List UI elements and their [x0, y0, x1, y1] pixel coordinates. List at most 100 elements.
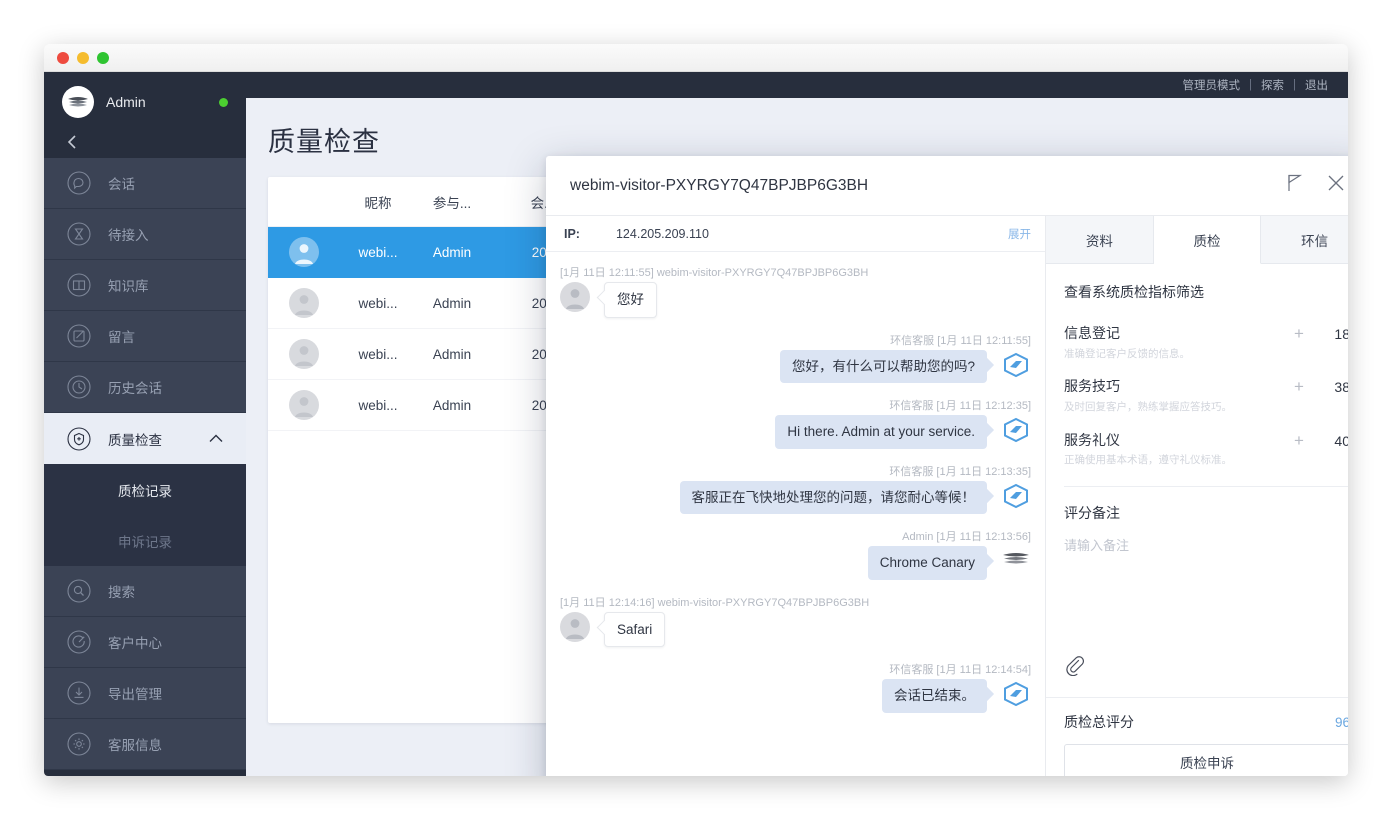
message-bubble: Chrome Canary — [867, 546, 987, 580]
session-detail-modal: webim-visitor-PXYRGY7Q47BPJBP6G3BH IP: 1… — [546, 156, 1348, 776]
message-group: 环信客服 [1月 11日 12:13:35] 客服正在飞快地处理您的问题，请您耐… — [560, 463, 1031, 515]
avatar — [62, 86, 94, 118]
row-nickname: webi... — [358, 397, 398, 413]
target-icon — [66, 629, 92, 655]
window-titlebar — [44, 44, 1348, 72]
download-icon — [66, 680, 92, 706]
qc-metric-score: 40 — [1334, 432, 1348, 449]
message-meta: [1月 11日 12:11:55] webim-visitor-PXYRGY7Q… — [560, 267, 869, 279]
visitor-avatar-icon — [560, 611, 590, 642]
sidebar-username: Admin — [106, 94, 146, 110]
user-avatar-icon — [289, 288, 319, 318]
qc-note-label: 评分备注 — [1064, 504, 1120, 521]
tab-profile[interactable]: 资料 — [1046, 216, 1154, 263]
ip-label: IP: — [564, 226, 580, 241]
sidebar-item-agent-info[interactable]: 客服信息 — [44, 719, 246, 770]
chevron-up-icon — [208, 431, 224, 446]
quality-check-pane: 资料 质检 环信 查看系统质检指标筛选 信息登记 准确登记客户反馈的信息。 + — [1046, 216, 1348, 776]
user-avatar-icon — [289, 390, 319, 420]
qc-total-row: 质检总评分 96 — [1064, 712, 1348, 732]
message-row: 您好，有什么可以帮助您的吗? — [560, 349, 1031, 384]
qc-metric-desc: 正确使用基本术语，遵守礼仪标准。 — [1064, 454, 1232, 467]
qc-metric-text: 信息登记 准确登记客户反馈的信息。 — [1064, 324, 1282, 361]
book-icon — [66, 272, 92, 298]
sidebar-item-messages[interactable]: 留言 — [44, 311, 246, 362]
row-agent: Admin — [432, 346, 472, 362]
gear-icon — [66, 731, 92, 757]
sidebar-item-label: 留言 — [108, 330, 135, 345]
sidebar-item-knowledge-base[interactable]: 知识库 — [44, 260, 246, 311]
flag-send-icon[interactable] — [1286, 173, 1304, 198]
qc-total-score: 96 — [1334, 714, 1348, 730]
sidebar-item-search[interactable]: 搜索 — [44, 566, 246, 617]
row-agent: Admin — [432, 244, 472, 260]
modal-title: webim-visitor-PXYRGY7Q47BPJBP6G3BH — [570, 176, 869, 194]
admin-mode-link[interactable]: 管理员模式 — [1183, 77, 1241, 93]
qc-note-input[interactable]: 请输入备注 — [1064, 535, 1348, 554]
qc-metric-score: 38 — [1334, 379, 1348, 396]
user-avatar-icon — [289, 237, 319, 267]
qc-metric-row: 服务技巧 及时回复客户，熟练掌握应答技巧。 + 38 — [1064, 371, 1348, 424]
message-list[interactable]: [1月 11日 12:11:55] webim-visitor-PXYRGY7Q… — [546, 252, 1045, 776]
expand-link[interactable]: 展开 — [1008, 226, 1031, 242]
qc-appeal-button[interactable]: 质检申诉 — [1064, 744, 1348, 776]
row-avatar-cell — [268, 288, 340, 318]
sidebar-item-label: 知识库 — [108, 279, 149, 294]
close-icon[interactable] — [1326, 173, 1346, 198]
chevron-left-icon — [67, 135, 76, 149]
sidebar-profile[interactable]: Admin — [44, 72, 246, 134]
message-meta: 环信客服 [1月 11日 12:11:55] — [890, 334, 1031, 347]
qc-metric-text: 服务礼仪 正确使用基本术语，遵守礼仪标准。 — [1064, 431, 1282, 468]
sidebar-item-label: 质量检查 — [108, 432, 162, 448]
message-row: Safari — [560, 611, 1031, 648]
sidebar-item-label: 导出管理 — [108, 687, 162, 702]
message-group: [1月 11日 12:11:55] webim-visitor-PXYRGY7Q… — [560, 264, 1031, 318]
tab-huanxin[interactable]: 环信 — [1261, 216, 1348, 263]
sidebar-item-quality-check[interactable]: 质量检查 — [44, 413, 246, 464]
huanxin-logo-icon — [1001, 481, 1031, 511]
logout-link[interactable]: 退出 — [1305, 77, 1328, 93]
qc-metric-row: 信息登记 准确登记客户反馈的信息。 + 18 — [1064, 318, 1348, 371]
paperclip-icon[interactable] — [1064, 654, 1348, 697]
sidebar-item-pending[interactable]: 待接入 — [44, 209, 246, 260]
ip-bar: IP: 124.205.209.110 展开 — [546, 216, 1045, 252]
qc-total-label: 质检总评分 — [1064, 714, 1134, 730]
qc-tabs: 资料 质检 环信 — [1046, 216, 1348, 264]
sidebar-nav: 会话 待接入 知识库 留言 历史会话 质量检查 质检记录 申诉记录 搜索 客户中… — [44, 158, 246, 776]
message-bubble: 您好，有什么可以帮助您的吗? — [779, 349, 987, 384]
qc-body: 查看系统质检指标筛选 信息登记 准确登记客户反馈的信息。 + 18 服务技巧 及… — [1046, 264, 1348, 697]
hourglass-icon — [66, 221, 92, 247]
qc-metric-name: 服务礼仪 — [1064, 431, 1120, 448]
qc-metric-add-button[interactable]: + — [1282, 431, 1316, 451]
maximize-window-button[interactable] — [97, 51, 109, 64]
qc-metric-text: 服务技巧 及时回复客户，熟练掌握应答技巧。 — [1064, 377, 1282, 414]
shield-check-icon — [66, 426, 92, 452]
explore-link[interactable]: 探索 — [1261, 77, 1284, 93]
sidebar-item-customer-center[interactable]: 客户中心 — [44, 617, 246, 668]
sidebar-collapse-button[interactable] — [44, 134, 246, 158]
screen-root: Admin 会话 待接入 知识库 留言 历史会话 质量检查 质检记录 申诉记录 … — [0, 0, 1392, 822]
qc-metric-add-button[interactable]: + — [1282, 324, 1316, 344]
sidebar-item-history[interactable]: 历史会话 — [44, 362, 246, 413]
sidebar-submenu-quality-check: 质检记录 申诉记录 — [44, 464, 246, 566]
huanxin-logo-icon — [1001, 679, 1031, 709]
row-avatar-cell — [268, 237, 340, 267]
sidebar-item-sessions[interactable]: 会话 — [44, 158, 246, 209]
qc-metric-add-button[interactable]: + — [1282, 377, 1316, 397]
message-row: Hi there. Admin at your service. — [560, 415, 1031, 449]
qc-footer: 质检总评分 96 质检申诉 — [1046, 697, 1348, 776]
topbar-separator: | — [1249, 79, 1252, 91]
chat-bubble-icon — [66, 170, 92, 196]
row-nickname: webi... — [358, 295, 398, 311]
message-group: 环信客服 [1月 11日 12:12:35] Hi there. Admin a… — [560, 397, 1031, 449]
message-bubble: Hi there. Admin at your service. — [775, 415, 987, 449]
sidebar-subitem-qc-records[interactable]: 质检记录 — [44, 464, 246, 515]
column-participant: 参与... — [432, 195, 472, 211]
sidebar-subitem-appeal-records[interactable]: 申诉记录 — [44, 515, 246, 566]
minimize-window-button[interactable] — [77, 51, 89, 64]
sidebar-item-export-management[interactable]: 导出管理 — [44, 668, 246, 719]
close-window-button[interactable] — [57, 51, 69, 64]
qc-metric-name: 信息登记 — [1064, 325, 1120, 341]
tab-quality-check[interactable]: 质检 — [1153, 216, 1262, 264]
message-row: 会话已结束。 — [560, 679, 1031, 713]
